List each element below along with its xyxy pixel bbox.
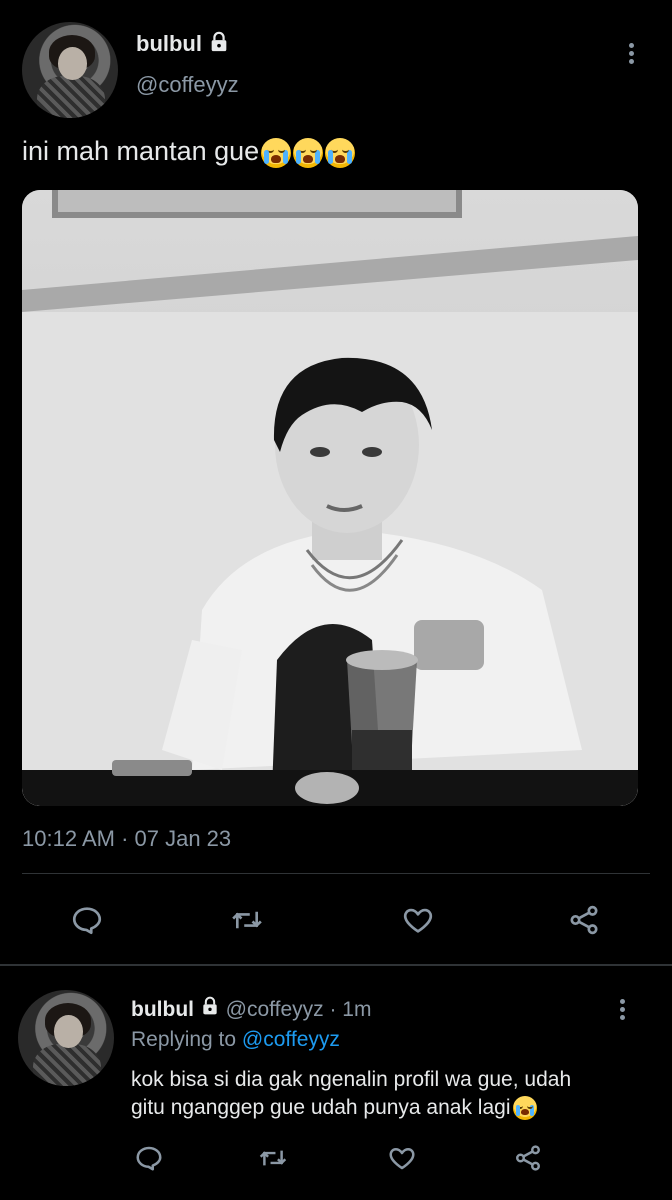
reply-header: bulbul @coffeyyz · 1m [131,996,371,1024]
author-avatar[interactable] [22,22,118,118]
divider [0,964,672,966]
author-name-row[interactable]: bulbul [136,30,230,60]
tweet-timestamp: 10:12 AM · 07 Jan 23 [22,826,232,851]
reply-text: kok bisa si dia gak ngenalin profil wa g… [131,1066,651,1122]
reply-more-options-icon[interactable] [620,996,625,1023]
reply-text-line: gitu nganggep gue udah punya anak lagi [131,1096,511,1119]
author-handle[interactable]: @coffeyyz [136,72,239,98]
retweet-icon[interactable] [257,1143,289,1173]
heart-icon[interactable] [400,903,436,937]
tweet-photo[interactable] [22,190,638,806]
share-icon[interactable] [512,1143,544,1173]
author-name: bulbul [136,31,202,56]
retweet-icon[interactable] [229,903,265,937]
crying-face-emoji-icon [261,137,292,168]
reply-author-handle[interactable]: @coffeyyz [226,998,324,1021]
replying-to-label: Replying to [131,1028,237,1051]
tweet-text-row: ini mah mantan gue [22,134,356,168]
crying-face-emoji-icon [512,1096,537,1121]
divider [22,873,650,874]
reply-icon[interactable] [70,903,104,937]
reply-text-line-2: gitu nganggep gue udah punya anak lagi [131,1094,651,1122]
replying-to-row: Replying to @coffeyyz [131,1026,340,1054]
reply-text-line: kok bisa si dia gak ngenalin profil wa g… [131,1068,572,1091]
crying-face-emoji-icon [325,137,356,168]
reply-icon[interactable] [134,1143,164,1173]
crying-face-emoji-icon [293,137,324,168]
reply-time: · 1m [329,998,372,1021]
tweet-text: ini mah mantan gue [22,136,260,166]
replying-to-handle-link[interactable]: @coffeyyz [242,1028,340,1051]
heart-icon[interactable] [386,1143,418,1173]
reply-author-avatar[interactable] [18,990,114,1086]
share-icon[interactable] [566,903,602,937]
lock-icon [208,31,230,60]
photo-illustration [22,190,638,806]
more-options-icon[interactable] [629,40,634,67]
lock-icon [200,996,220,1024]
reply-author-name[interactable]: bulbul [131,998,194,1021]
